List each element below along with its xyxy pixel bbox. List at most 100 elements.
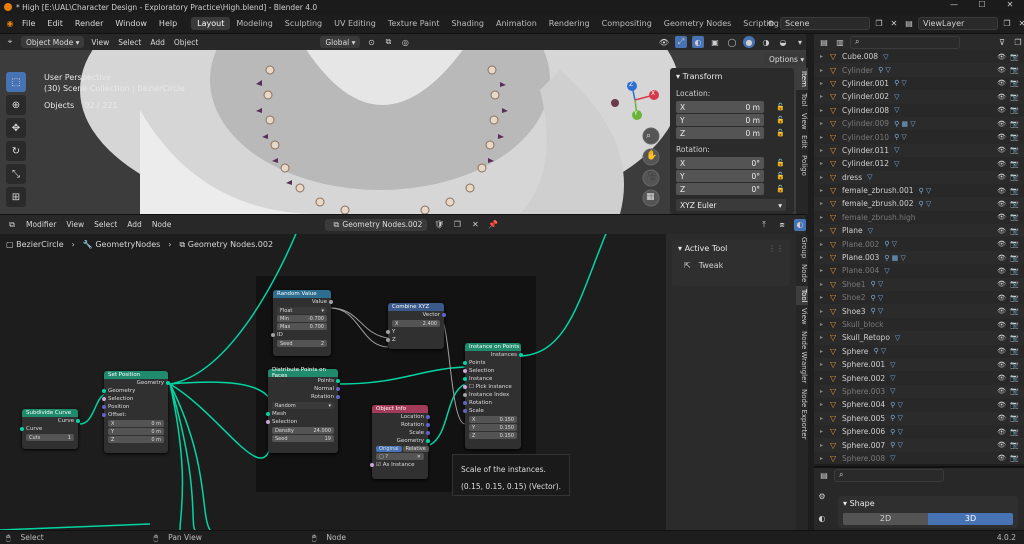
select-tool-icon[interactable]: ⬚ (6, 72, 26, 92)
camera-icon[interactable]: 📷 (1010, 146, 1019, 154)
camera-icon[interactable]: 📷 (1010, 160, 1019, 168)
eye-icon[interactable]: 👁 (997, 213, 1006, 221)
expand-icon[interactable]: ▸ (820, 187, 830, 194)
overlay-node-icon[interactable]: ◐ (794, 218, 806, 231)
tab-edit[interactable]: Edit (796, 132, 808, 152)
camera-icon[interactable]: 📷 (1010, 307, 1019, 315)
random-value-max[interactable]: Max 0.700 (277, 323, 327, 330)
viewport-menu-object[interactable]: Object (172, 38, 200, 47)
shading-options-icon[interactable]: ▾ (794, 36, 806, 48)
expand-icon[interactable]: ▸ (820, 361, 830, 368)
expand-icon[interactable]: ▸ (820, 67, 830, 74)
outliner-search-input[interactable]: ⌕ (850, 35, 960, 49)
copy-view-layer-icon[interactable]: ❐ (1001, 18, 1013, 30)
eye-icon[interactable]: 👁 (997, 307, 1006, 315)
outliner-row[interactable]: ▸ ▽ Sphere ⚲ ▽ 👁 📷 (814, 345, 1024, 358)
eye-icon[interactable]: 👁 (997, 401, 1006, 409)
snap-node-icon[interactable]: ⧈ (776, 219, 788, 231)
outliner-row[interactable]: ▸ ▽ Cylinder ⚲ ▽ 👁 📷 (814, 63, 1024, 77)
expand-icon[interactable]: ▸ (820, 308, 830, 315)
expand-icon[interactable]: ▸ (820, 388, 830, 395)
combine-x-field[interactable]: X 2.400 (392, 320, 440, 327)
camera-icon[interactable]: 📷 (1010, 428, 1019, 436)
shape-3d-toggle[interactable]: 3D (928, 513, 1013, 525)
scene-icon[interactable]: ⚙ (765, 18, 777, 30)
distribute-points-node[interactable]: Distribute Points on Faces Points Normal… (266, 367, 340, 453)
subdivide-curve-node[interactable]: Subdivide Curve Curve Curve Cuts 1 (20, 409, 80, 449)
tab-animation[interactable]: Animation (490, 17, 543, 30)
collapse-icon[interactable]: ▾ (843, 499, 847, 508)
expand-icon[interactable]: ▸ (820, 401, 830, 408)
menu-help[interactable]: Help (153, 17, 183, 30)
expand-icon[interactable]: ▸ (820, 455, 830, 462)
random-value-type-select[interactable]: Float ▾ (277, 307, 327, 314)
scale-z-field[interactable]: Z 0.150 (469, 432, 517, 439)
object-info-node[interactable]: Object Info Location Rotation Scale Geom… (370, 405, 430, 479)
outliner-row[interactable]: ▸ ▽ Cylinder.001 ⚲ ▽ 👁 📷 (814, 77, 1024, 90)
wireframe-shading-icon[interactable]: ◯ (726, 36, 738, 48)
eye-icon[interactable]: 👁 (997, 146, 1006, 154)
camera-icon[interactable]: 📷 (1010, 334, 1019, 342)
outliner-row[interactable]: ▸ ▽ Sphere.003 ▽ 👁 📷 (814, 384, 1024, 399)
viewport-menu-add[interactable]: Add (148, 38, 167, 47)
camera-icon[interactable]: 📷 (1010, 361, 1019, 369)
properties-type-icon[interactable]: ▤ (818, 469, 830, 481)
camera-icon[interactable]: 📷 (1010, 173, 1019, 181)
eye-icon[interactable]: 👁 (997, 294, 1006, 302)
grip-icon[interactable]: ⋮⋮ (768, 244, 784, 253)
camera-icon[interactable]: 📷 (1010, 200, 1019, 208)
outliner-row[interactable]: ▸ ▽ female_zbrush.001 ⚲ ▽ 👁 📷 (814, 184, 1024, 197)
cuts-field[interactable]: Cuts 1 (26, 434, 74, 441)
material-shading-icon[interactable]: ◑ (760, 36, 772, 48)
camera-icon[interactable]: 📷 (1010, 187, 1019, 195)
offset-y-field[interactable]: Y 0 m (108, 428, 164, 435)
expand-icon[interactable]: ▸ (820, 415, 830, 422)
eye-icon[interactable]: 👁 (997, 79, 1006, 87)
collapse-icon[interactable]: ▾ (678, 244, 682, 253)
expand-icon[interactable]: ▸ (820, 147, 830, 154)
camera-icon[interactable]: 📷 (1010, 227, 1019, 235)
transform-tool-icon[interactable]: ⊞ (6, 187, 26, 207)
eye-icon[interactable]: 👁 (997, 454, 1006, 462)
data-tab-icon[interactable]: ◐ (816, 512, 828, 524)
camera-icon[interactable]: 📷 (1010, 414, 1019, 422)
mode-selector[interactable]: Object Mode ▾ (21, 36, 85, 48)
camera-icon[interactable]: 📷 (1010, 280, 1019, 288)
scene-selector[interactable]: Scene (780, 17, 870, 30)
combine-xyz-node[interactable]: Combine XYZ Vector X 2.400 Y Z (386, 303, 446, 349)
tab-sculpting[interactable]: Sculpting (279, 17, 328, 30)
rotation-mode-select[interactable]: XYZ Euler ▾ (676, 199, 786, 211)
pivot-icon[interactable]: ⊙ (365, 36, 377, 48)
tab-modeling[interactable]: Modeling (230, 17, 278, 30)
camera-icon[interactable]: 📷 (1010, 387, 1019, 395)
instance-on-points-node[interactable]: Instance on Points Instances Points Sele… (463, 343, 523, 449)
outliner-row[interactable]: ▸ ▽ Plane.003 ⚲ ▦ ▽ 👁 📷 (814, 250, 1024, 265)
orientation-selector[interactable]: Global ▾ (320, 36, 361, 48)
remove-view-layer-icon[interactable]: ✕ (1016, 18, 1024, 30)
remove-scene-icon[interactable]: ✕ (888, 18, 900, 30)
menu-file[interactable]: File (16, 17, 41, 30)
eye-icon[interactable]: 👁 (997, 347, 1006, 355)
rotation-z-field[interactable]: Z 0° (676, 183, 764, 195)
editor-type-dropdown[interactable]: Modifier (24, 220, 58, 229)
scale-x-field[interactable]: X 0.150 (469, 416, 517, 423)
camera-icon[interactable]: 📷 (1010, 106, 1019, 114)
node-menu-view[interactable]: View (64, 220, 86, 229)
outliner-row[interactable]: ▸ ▽ Sphere.004 ⚲ ▽ 👁 📷 (814, 398, 1024, 411)
outliner-row[interactable]: ▸ ▽ Cylinder.010 ⚲ ▽ 👁 📷 (814, 130, 1024, 143)
tab-group[interactable]: Group (796, 234, 808, 261)
tab-node-view[interactable]: View (796, 305, 808, 328)
menu-window[interactable]: Window (109, 17, 153, 30)
eye-icon[interactable]: 👁 (997, 414, 1006, 422)
expand-icon[interactable]: ▸ (820, 294, 830, 301)
unlink-icon[interactable]: ✕ (469, 219, 481, 231)
eye-icon[interactable]: 👁 (997, 93, 1006, 101)
eye-icon[interactable]: 👁 (997, 441, 1006, 449)
camera-icon[interactable]: 📷 (1010, 254, 1019, 262)
menu-edit[interactable]: Edit (41, 17, 69, 30)
expand-icon[interactable]: ▸ (820, 375, 830, 382)
outliner-row[interactable]: ▸ ▽ Sphere.008 ▽ 👁 📷 (814, 452, 1024, 465)
expand-icon[interactable]: ▸ (820, 80, 830, 87)
expand-icon[interactable]: ▸ (820, 267, 830, 274)
eye-icon[interactable]: 👁 (997, 187, 1006, 195)
